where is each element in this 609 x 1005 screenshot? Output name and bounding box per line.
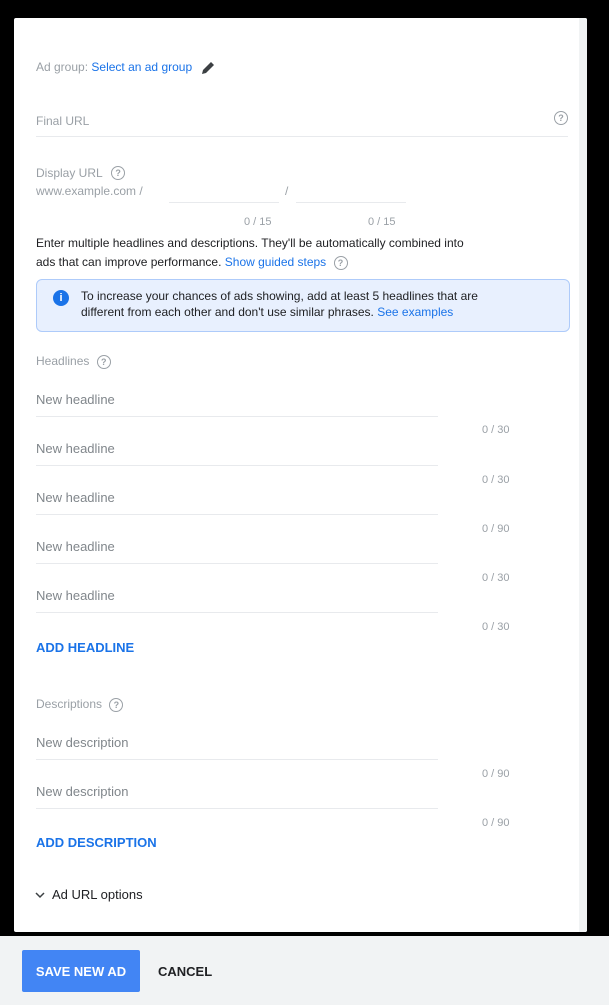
select-ad-group-link[interactable]: Select an ad group bbox=[91, 60, 192, 74]
cancel-button[interactable]: CANCEL bbox=[150, 950, 220, 992]
scrollbar[interactable] bbox=[579, 18, 587, 932]
headline-1-underline bbox=[36, 416, 438, 417]
intro-line-2: ads that can improve performance. bbox=[36, 255, 222, 269]
headline-2-underline bbox=[36, 465, 438, 466]
headline-4-underline bbox=[36, 563, 438, 564]
ad-url-options-label: Ad URL options bbox=[52, 887, 143, 902]
display-url-path1-input[interactable] bbox=[169, 176, 279, 202]
headline-input-5[interactable]: New headline bbox=[36, 588, 115, 603]
save-new-ad-button[interactable]: SAVE NEW AD bbox=[22, 950, 140, 992]
final-url-underline bbox=[36, 136, 568, 137]
headline-2-counter: 0 / 30 bbox=[482, 474, 510, 486]
headlines-label-row: Headlines ? bbox=[36, 354, 111, 369]
descriptions-label-row: Descriptions ? bbox=[36, 697, 124, 712]
info-icon: i bbox=[53, 290, 69, 306]
headline-input-4[interactable]: New headline bbox=[36, 539, 115, 554]
final-url-help-icon[interactable]: ? bbox=[554, 111, 568, 125]
headline-3-underline bbox=[36, 514, 438, 515]
headline-3-counter: 0 / 90 bbox=[482, 523, 510, 535]
path2-underline bbox=[296, 202, 406, 203]
descriptions-help-icon[interactable]: ? bbox=[109, 697, 124, 712]
guided-steps-help-icon[interactable]: ? bbox=[333, 255, 348, 270]
display-url-separator: / bbox=[285, 184, 289, 198]
chevron-down-icon bbox=[35, 891, 45, 898]
headlines-help-icon[interactable]: ? bbox=[96, 354, 111, 369]
display-url-path2-input[interactable] bbox=[296, 176, 406, 202]
description-1-underline bbox=[36, 759, 438, 760]
add-headline-button[interactable]: ADD HEADLINE bbox=[36, 640, 134, 655]
intro-line-1: Enter multiple headlines and description… bbox=[36, 236, 464, 250]
headline-1-counter: 0 / 30 bbox=[482, 424, 510, 436]
final-url-input[interactable]: Final URL bbox=[36, 114, 89, 128]
display-url-label-row: Display URL ? bbox=[36, 164, 126, 182]
description-input-2[interactable]: New description bbox=[36, 784, 129, 799]
info-text: To increase your chances of ads showing,… bbox=[81, 288, 478, 320]
ad-form-card: Ad group: Select an ad group Final URL ?… bbox=[14, 18, 587, 932]
ad-url-options-toggle[interactable]: Ad URL options bbox=[34, 887, 143, 902]
ad-group-row: Ad group: Select an ad group bbox=[36, 59, 217, 77]
description-2-underline bbox=[36, 808, 438, 809]
headline-4-counter: 0 / 30 bbox=[482, 572, 510, 584]
description-input-1[interactable]: New description bbox=[36, 735, 129, 750]
info-banner: i To increase your chances of ads showin… bbox=[36, 279, 570, 332]
headline-input-1[interactable]: New headline bbox=[36, 392, 115, 407]
display-url-help-icon[interactable]: ? bbox=[111, 165, 126, 180]
headline-5-counter: 0 / 30 bbox=[482, 621, 510, 633]
add-description-button[interactable]: ADD DESCRIPTION bbox=[36, 835, 157, 850]
info-line-1: To increase your chances of ads showing,… bbox=[81, 289, 478, 303]
headline-input-3[interactable]: New headline bbox=[36, 490, 115, 505]
path2-counter: 0 / 15 bbox=[368, 216, 396, 228]
intro-text: Enter multiple headlines and description… bbox=[36, 234, 576, 272]
description-1-counter: 0 / 90 bbox=[482, 768, 510, 780]
see-examples-link[interactable]: See examples bbox=[377, 305, 453, 319]
path1-counter: 0 / 15 bbox=[244, 216, 272, 228]
headline-5-underline bbox=[36, 612, 438, 613]
display-url-prefix: www.example.com / bbox=[36, 184, 143, 198]
headline-input-2[interactable]: New headline bbox=[36, 441, 115, 456]
headlines-label: Headlines bbox=[36, 354, 90, 368]
path1-underline bbox=[169, 202, 279, 203]
show-guided-steps-link[interactable]: Show guided steps bbox=[225, 255, 326, 269]
display-url-label: Display URL bbox=[36, 166, 103, 180]
edit-pencil-icon[interactable] bbox=[199, 59, 217, 77]
description-2-counter: 0 / 90 bbox=[482, 817, 510, 829]
ad-group-label: Ad group: bbox=[36, 60, 89, 75]
info-line-2: different from each other and don't use … bbox=[81, 305, 374, 319]
descriptions-label: Descriptions bbox=[36, 697, 103, 711]
